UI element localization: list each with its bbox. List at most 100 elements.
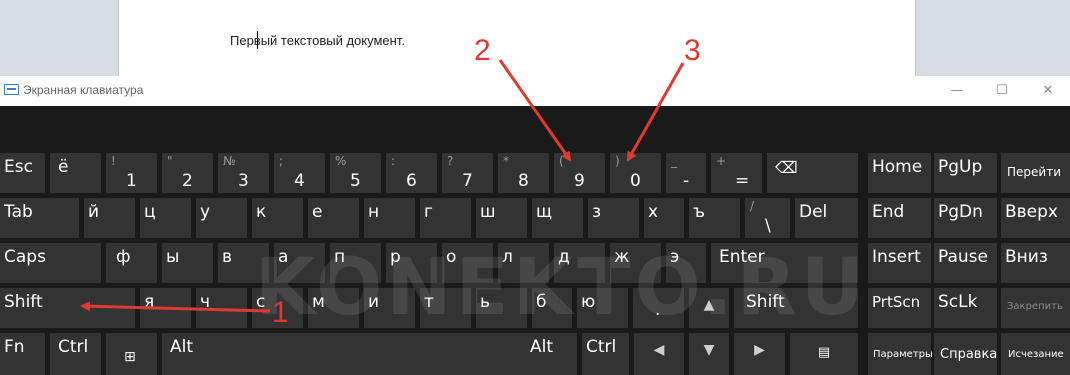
key-shift-left[interactable]: Shift: [0, 288, 135, 328]
key-л[interactable]: л: [498, 243, 549, 283]
key-backslash[interactable]: / \: [745, 198, 790, 238]
key-label: й: [88, 202, 100, 222]
key-т[interactable]: т: [420, 288, 471, 328]
key-г[interactable]: г: [420, 198, 471, 238]
key-щ[interactable]: щ: [532, 198, 583, 238]
key-9[interactable]: (9: [554, 153, 605, 193]
key-м[interactable]: м: [308, 288, 359, 328]
key-period[interactable]: .: [633, 288, 684, 328]
key-п[interactable]: п: [330, 243, 381, 283]
key-3[interactable]: № 3: [218, 153, 269, 193]
key-р[interactable]: р: [386, 243, 437, 283]
key-label: Pause: [938, 247, 988, 267]
key-н[interactable]: н: [364, 198, 415, 238]
key-б[interactable]: б: [532, 288, 572, 328]
key-э[interactable]: э: [666, 243, 706, 283]
key-alt-right[interactable]: Alt: [526, 333, 577, 375]
key-params[interactable]: Параметры: [868, 333, 933, 375]
key-yo[interactable]: ё: [50, 153, 101, 193]
key-у[interactable]: у: [196, 198, 247, 238]
key-0[interactable]: ) 0: [610, 153, 661, 193]
key-о[interactable]: о: [442, 243, 493, 283]
key-5[interactable]: % 5: [330, 153, 381, 193]
key-к[interactable]: к: [252, 198, 303, 238]
key-я[interactable]: я: [140, 288, 191, 328]
key-arrow-up[interactable]: ▲: [689, 288, 729, 328]
key-ctrl-left[interactable]: Ctrl: [50, 333, 101, 375]
osk-titlebar[interactable]: Экранная клавиатура — ☐ ✕: [0, 76, 1070, 107]
key-end[interactable]: End: [868, 198, 931, 238]
key-ф[interactable]: ф: [106, 243, 157, 283]
key-vniz[interactable]: Вниз: [1001, 243, 1070, 283]
key-vverh[interactable]: Вверх: [1001, 198, 1070, 238]
key-label: 0: [630, 171, 641, 191]
close-button[interactable]: ✕: [1033, 80, 1063, 102]
key-ctrl-right[interactable]: Ctrl: [582, 333, 629, 375]
key-enter[interactable]: Enter: [711, 243, 858, 283]
key-label: ь: [480, 292, 491, 312]
key-д[interactable]: д: [554, 243, 605, 283]
key-1[interactable]: ! 1: [106, 153, 157, 193]
key-ц[interactable]: ц: [140, 198, 191, 238]
key-pause[interactable]: Pause: [934, 243, 997, 283]
key-arrow-left[interactable]: ◀: [634, 333, 684, 375]
key-sclk[interactable]: ScLk: [934, 288, 997, 328]
key-ю[interactable]: ю: [577, 288, 628, 328]
key-shift-label: *: [503, 154, 509, 168]
key-insert[interactable]: Insert: [868, 243, 931, 283]
key-ч[interactable]: ч: [196, 288, 247, 328]
key-shift-right[interactable]: Shift: [734, 288, 858, 328]
key-й[interactable]: й: [84, 198, 135, 238]
key-arrow-down[interactable]: ▼: [689, 333, 729, 375]
key-help[interactable]: Справка: [934, 333, 997, 375]
key-fn[interactable]: Fn: [0, 333, 45, 375]
key-go[interactable]: Перейти: [1001, 153, 1070, 193]
key-menu[interactable]: ▤: [790, 333, 858, 375]
key-4[interactable]: ; 4: [274, 153, 325, 193]
key-и[interactable]: и: [364, 288, 415, 328]
key-label: ScLk: [938, 292, 978, 312]
key-pgup[interactable]: PgUp: [934, 153, 997, 193]
key-label: щ: [536, 202, 553, 222]
key-8[interactable]: * 8: [498, 153, 549, 193]
key-з[interactable]: з: [588, 198, 639, 238]
key-label: Alt: [170, 337, 194, 357]
key-ж[interactable]: ж: [610, 243, 661, 283]
key-label: м: [312, 292, 325, 312]
key-windows[interactable]: ⊞: [106, 333, 157, 375]
key-minus[interactable]: _ -: [666, 153, 706, 193]
key-в[interactable]: в: [218, 243, 269, 283]
key-ъ[interactable]: ъ: [689, 198, 740, 238]
key-ш[interactable]: ш: [476, 198, 527, 238]
key-fade[interactable]: Исчезание: [1001, 333, 1070, 375]
key-zakrepit[interactable]: Закрепить: [1001, 288, 1070, 328]
key-6[interactable]: :6: [386, 153, 437, 193]
key-х[interactable]: х: [644, 198, 684, 238]
key-label: к: [256, 202, 267, 222]
key-7[interactable]: ? 7: [442, 153, 493, 193]
key-backspace[interactable]: ⌫: [767, 153, 858, 193]
key-е[interactable]: е: [308, 198, 359, 238]
key-caps[interactable]: Caps: [0, 243, 101, 283]
key-equals[interactable]: + =: [711, 153, 762, 193]
key-а[interactable]: а: [274, 243, 325, 283]
key-esc[interactable]: Esc: [0, 153, 45, 193]
key-label: 3: [238, 171, 249, 191]
key-ь[interactable]: ь: [476, 288, 527, 328]
maximize-button[interactable]: ☐: [987, 80, 1017, 102]
key-home[interactable]: Home: [868, 153, 931, 193]
minimize-button[interactable]: —: [942, 80, 972, 102]
key-prtscn[interactable]: PrtScn: [868, 288, 931, 328]
key-tab[interactable]: Tab: [0, 198, 79, 238]
key-label: Caps: [4, 247, 46, 267]
key-label: Параметры: [873, 349, 933, 360]
key-ы[interactable]: ы: [162, 243, 213, 283]
key-label: э: [670, 247, 680, 267]
key-label: 7: [462, 171, 473, 191]
key-alt-left[interactable]: Alt: [162, 333, 527, 375]
key-arrow-right[interactable]: ▶: [734, 333, 785, 375]
key-label: PrtScn: [872, 293, 921, 311]
key-del[interactable]: Del: [795, 198, 858, 238]
key-pgdn[interactable]: PgDn: [934, 198, 997, 238]
key-2[interactable]: " 2: [162, 153, 213, 193]
